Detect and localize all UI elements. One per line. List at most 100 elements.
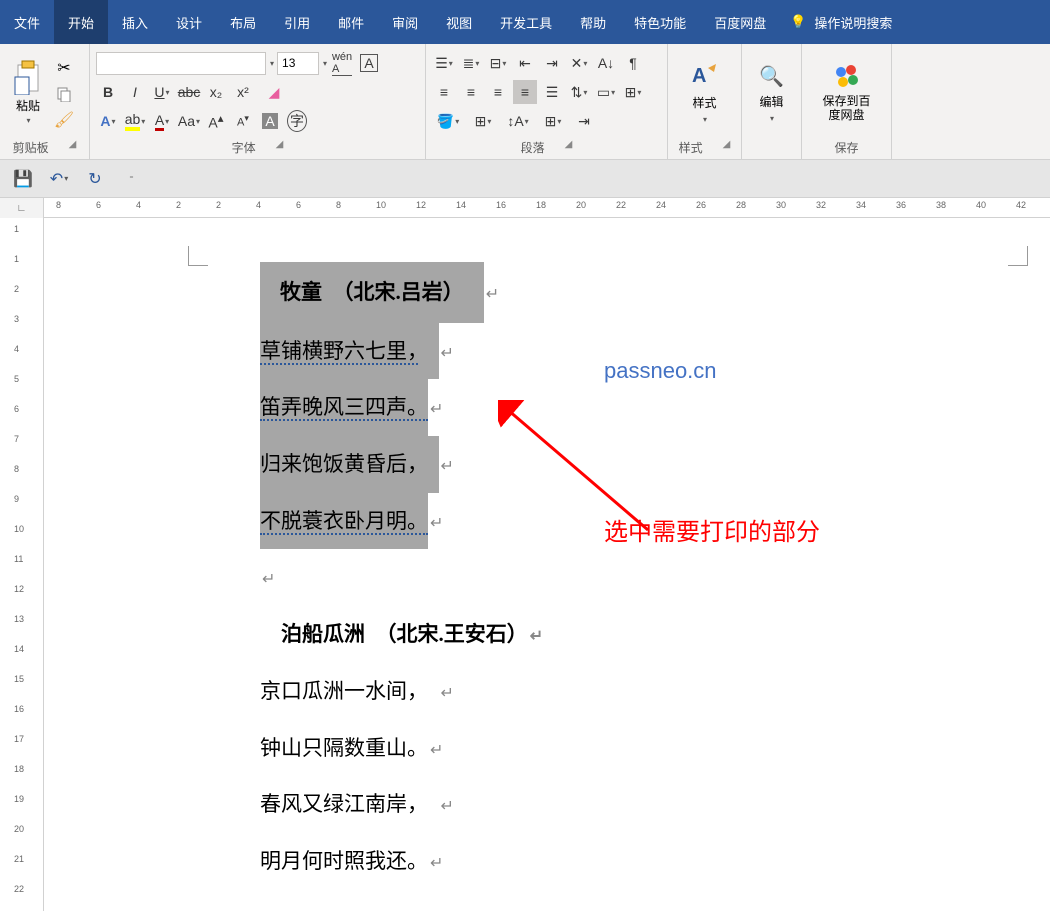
font-launcher[interactable]: ◢ [276, 139, 284, 156]
align-left-button[interactable]: ≡ [432, 80, 456, 104]
fill-button[interactable]: 🪣▾ [432, 109, 464, 133]
table-borders-button[interactable]: ⊞▾ [467, 109, 499, 133]
ruler-tick: 21 [14, 854, 24, 864]
ribbon-label-font: 字体 [232, 139, 256, 156]
qat-customize[interactable]: ⁼ [120, 168, 142, 190]
grow-font-button[interactable]: A▴ [204, 109, 228, 133]
poem2-title: 泊船瓜洲 （北宋.王安石） [281, 622, 528, 646]
ruler-tick: 8 [56, 200, 61, 210]
ruler-tick: 12 [14, 584, 24, 594]
superscript-icon: x² [237, 84, 249, 100]
page-margin-marker [188, 246, 208, 266]
menu-references[interactable]: 引用 [270, 0, 324, 44]
menu-view[interactable]: 视图 [432, 0, 486, 44]
increase-indent-button[interactable]: ⇥ [540, 51, 564, 75]
vertical-ruler[interactable]: 112345678910111213141516171819202122 [0, 218, 44, 911]
font-size-combo[interactable]: 13 [277, 52, 319, 75]
tabs-icon: ⇥ [578, 113, 590, 130]
para-mark-icon: ↵ [262, 571, 275, 588]
chevron-down-icon: ▾ [703, 115, 707, 124]
ribbon-label-clipboard: 剪贴板 [13, 139, 49, 156]
font-color-button[interactable]: A▾ [150, 109, 174, 133]
multilevel-button[interactable]: ⊟▾ [486, 51, 510, 75]
editing-button[interactable]: 🔍 编辑 ▾ [749, 60, 794, 127]
numbering-button[interactable]: ≣▾ [459, 51, 483, 75]
ruler-tick: 26 [696, 200, 706, 210]
align-center-button[interactable]: ≡ [459, 80, 483, 104]
ribbon-group-font: ▾ 13 ▾ wénA A B I U▾ abc x₂ x² ◢ A▾ [90, 44, 426, 159]
menu-layout[interactable]: 布局 [216, 0, 270, 44]
menu-developer[interactable]: 开发工具 [486, 0, 566, 44]
borders-button[interactable]: ⊞▾ [621, 80, 645, 104]
menu-review[interactable]: 审阅 [378, 0, 432, 44]
menu-help[interactable]: 帮助 [566, 0, 620, 44]
bold-button[interactable]: B [96, 80, 120, 104]
align-right-button[interactable]: ≡ [486, 80, 510, 104]
eraser-button[interactable]: ◢ [258, 80, 290, 104]
ruler-tick: 42 [1016, 200, 1026, 210]
lightbulb-icon: 💡 [790, 14, 806, 30]
horizontal-ruler[interactable]: 8642246810121416182022242628303234363840… [44, 198, 1050, 218]
tell-me-search[interactable]: 💡 操作说明搜索 [790, 0, 892, 44]
redo-button[interactable]: ↻ [84, 168, 106, 190]
cut-button[interactable]: ✂ [54, 58, 74, 78]
text-direction-button[interactable]: ↕A▾ [502, 109, 534, 133]
menu-design[interactable]: 设计 [162, 0, 216, 44]
asian-layout-button[interactable]: ✕▾ [567, 51, 591, 75]
distributed-button[interactable]: ☰ [540, 80, 564, 104]
chevron-down-icon[interactable]: ▾ [323, 59, 327, 68]
menu-baidu[interactable]: 百度网盘 [700, 0, 780, 44]
ruler-tick: 13 [14, 614, 24, 624]
underline-icon: U [154, 84, 164, 100]
phonetic-guide-button[interactable]: wénA [330, 51, 354, 75]
subscript-button[interactable]: x₂ [204, 80, 228, 104]
line-spacing-button[interactable]: ⇅▾ [567, 80, 591, 104]
strikethrough-button[interactable]: abc [177, 80, 201, 104]
enclose-char-button[interactable]: 字 [285, 109, 309, 133]
shading-button[interactable]: ▭▾ [594, 80, 618, 104]
menu-features[interactable]: 特色功能 [620, 0, 700, 44]
direction-icon: ↕A [507, 113, 523, 129]
underline-button[interactable]: U▾ [150, 80, 174, 104]
char-shading-button[interactable]: A [258, 109, 282, 133]
styles-launcher[interactable]: ◢ [723, 139, 731, 156]
italic-button[interactable]: I [123, 80, 147, 104]
decrease-indent-button[interactable]: ⇤ [513, 51, 537, 75]
numbering-icon: ≣ [463, 55, 475, 72]
menu-home[interactable]: 开始 [54, 0, 108, 44]
format-painter-button[interactable]: 🖌 [54, 110, 74, 130]
undo-button[interactable]: ↶▾ [48, 168, 70, 190]
shrink-font-button[interactable]: A▾ [231, 109, 255, 133]
font-name-combo[interactable] [96, 52, 266, 75]
bullets-button[interactable]: ☰▾ [432, 51, 456, 75]
tabs-button[interactable]: ⇥ [572, 109, 596, 133]
menu-mailings[interactable]: 邮件 [324, 0, 378, 44]
snap-grid-button[interactable]: ⊞▾ [537, 109, 569, 133]
asian-icon: ✕ [571, 55, 583, 72]
ruler-tick: 6 [296, 200, 301, 210]
menu-file[interactable]: 文件 [0, 0, 54, 44]
save-baidu-button[interactable]: 保存到百度网盘 [808, 58, 885, 127]
ruler-tick: 8 [14, 464, 19, 474]
para-mark-icon: ↵ [441, 685, 454, 702]
justify-button[interactable]: ≡ [513, 80, 537, 104]
styles-button[interactable]: A 样式 ▾ [680, 56, 730, 128]
document-content[interactable]: 牧童 （北宋.吕岩）↵ 草铺横野六七里， ↵ 笛弄晚风三四声。↵ 归来饱饭黄昏后… [260, 262, 780, 890]
change-case-button[interactable]: Aa▾ [177, 109, 201, 133]
text-effects-button[interactable]: A▾ [96, 109, 120, 133]
align-right-icon: ≡ [494, 84, 502, 100]
save-button[interactable]: 💾 [12, 168, 34, 190]
paste-button[interactable]: 粘贴 ▾ [6, 59, 50, 125]
copy-button[interactable] [54, 84, 74, 104]
show-marks-button[interactable]: ¶ [621, 51, 645, 75]
character-border-button[interactable]: A [357, 51, 381, 75]
document-page[interactable]: 牧童 （北宋.吕岩）↵ 草铺横野六七里， ↵ 笛弄晚风三四声。↵ 归来饱饭黄昏后… [44, 218, 1050, 911]
highlight-button[interactable]: ab▾ [123, 109, 147, 133]
clipboard-launcher[interactable]: ◢ [69, 139, 77, 156]
superscript-button[interactable]: x² [231, 80, 255, 104]
paragraph-launcher[interactable]: ◢ [565, 139, 573, 156]
chevron-down-icon[interactable]: ▾ [270, 59, 274, 68]
align-left-icon: ≡ [440, 84, 448, 100]
menu-insert[interactable]: 插入 [108, 0, 162, 44]
sort-button[interactable]: A↓ [594, 51, 618, 75]
